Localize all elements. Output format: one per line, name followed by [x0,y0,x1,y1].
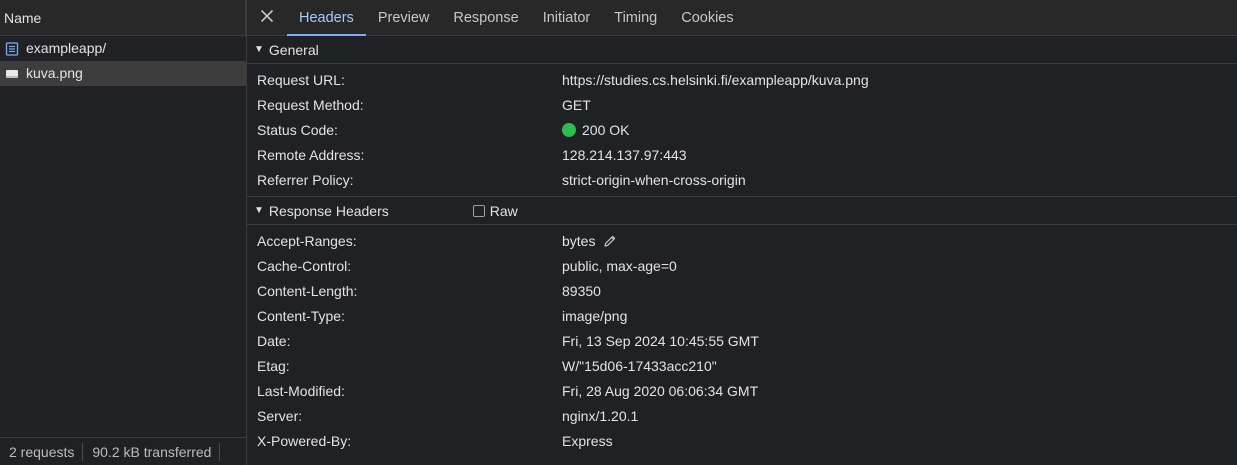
details-tabbar: Headers Preview Response Initiator Timin… [247,0,1237,36]
request-details-pane: Headers Preview Response Initiator Timin… [247,0,1237,465]
header-value: GET [562,96,591,113]
header-key: Etag: [257,357,290,374]
tab-headers[interactable]: Headers [287,0,366,36]
header-value: Express [562,432,613,449]
response-headers-list: Accept-Ranges: bytes Cache-Control: publ… [247,225,1237,457]
header-key: Server: [257,407,303,424]
header-value: strict-origin-when-cross-origin [562,171,746,188]
column-divider [245,0,246,36]
general-row: Request Method: GET [247,92,1237,117]
header-key: Request URL: [257,71,345,88]
header-key: X-Powered-By: [257,432,352,449]
name-column-label: Name [4,10,42,26]
header-value: public, max-age=0 [562,257,677,274]
header-value: image/png [562,307,628,324]
response-header-row: Server: nginx/1.20.1 [247,403,1237,428]
raw-toggle[interactable]: Raw [472,202,518,219]
header-key: Content-Length: [257,282,358,299]
close-icon [260,9,274,26]
request-row-kuva-png[interactable]: kuva.png [0,61,246,86]
tab-initiator[interactable]: Initiator [531,0,603,35]
tab-response[interactable]: Response [441,0,530,35]
close-details-button[interactable] [247,0,287,35]
raw-checkbox[interactable] [472,204,485,217]
header-value: W/"15d06-17433acc210" [562,357,717,374]
response-header-row: Etag: W/"15d06-17433acc210" [247,353,1237,378]
header-key: Content-Type: [257,307,345,324]
general-section-header[interactable]: ▼ General [247,36,1237,64]
general-section-title: General [268,41,319,58]
header-key: Accept-Ranges: [257,232,357,249]
header-value-wrap: bytes [562,233,617,249]
pencil-icon[interactable] [603,234,617,248]
status-ok-icon [562,122,576,137]
general-row: Status Code: 200 OK [247,117,1237,142]
tab-timing[interactable]: Timing [602,0,669,35]
header-value: bytes [562,232,596,249]
header-key: Remote Address: [257,146,365,163]
header-key: Last-Modified: [257,382,345,399]
document-icon [4,41,20,57]
status-divider [219,442,221,461]
response-header-row: Cache-Control: public, max-age=0 [247,253,1237,278]
response-headers-title: Response Headers [268,202,389,219]
general-row: Referrer Policy: strict-origin-when-cros… [247,167,1237,192]
header-value: Fri, 13 Sep 2024 10:45:55 GMT [562,332,759,349]
raw-label: Raw [489,202,518,219]
response-header-row: X-Powered-By: Express [247,428,1237,453]
request-list-pane: Name exampleapp/ kuva.png 2 requests 90.… [0,0,247,465]
tab-cookies[interactable]: Cookies [669,0,745,35]
response-header-row: Accept-Ranges: bytes [247,228,1237,253]
header-key: Referrer Policy: [257,171,354,188]
tab-preview[interactable]: Preview [366,0,442,35]
status-code-text: 200 OK [582,121,630,138]
request-count: 2 requests [9,443,75,460]
status-code-value: 200 OK [562,122,629,138]
request-row-label: kuva.png [26,65,83,81]
header-value: https://studies.cs.helsinki.fi/exampleap… [562,71,869,88]
transferred-size: 90.2 kB transferred [92,443,212,460]
collapse-triangle-icon: ▼ [254,205,264,216]
name-column-header[interactable]: Name [0,0,246,36]
response-header-row: Content-Type: image/png [247,303,1237,328]
image-file-icon [4,66,20,82]
devtools-network-panel: Name exampleapp/ kuva.png 2 requests 90.… [0,0,1237,465]
header-value: nginx/1.20.1 [562,407,639,424]
status-bar: 2 requests 90.2 kB transferred [0,437,246,465]
general-row: Remote Address: 128.214.137.97:443 [247,142,1237,167]
response-header-row: Date: Fri, 13 Sep 2024 10:45:55 GMT [247,328,1237,353]
collapse-triangle-icon: ▼ [254,44,264,55]
response-header-row: Content-Length: 89350 [247,278,1237,303]
general-list: Request URL: https://studies.cs.helsinki… [247,64,1237,196]
request-row-exampleapp[interactable]: exampleapp/ [0,36,246,61]
header-value: 128.214.137.97:443 [562,146,687,163]
header-key: Status Code: [257,121,338,138]
general-row: Request URL: https://studies.cs.helsinki… [247,67,1237,92]
request-row-label: exampleapp/ [26,40,107,56]
header-key: Cache-Control: [257,257,352,274]
header-key: Date: [257,332,291,349]
header-value: 89350 [562,282,601,299]
response-headers-section-header[interactable]: ▼ Response Headers Raw [247,197,1237,225]
header-value: Fri, 28 Aug 2020 06:06:34 GMT [562,382,759,399]
response-header-row: Last-Modified: Fri, 28 Aug 2020 06:06:34… [247,378,1237,403]
header-key: Request Method: [257,96,364,113]
